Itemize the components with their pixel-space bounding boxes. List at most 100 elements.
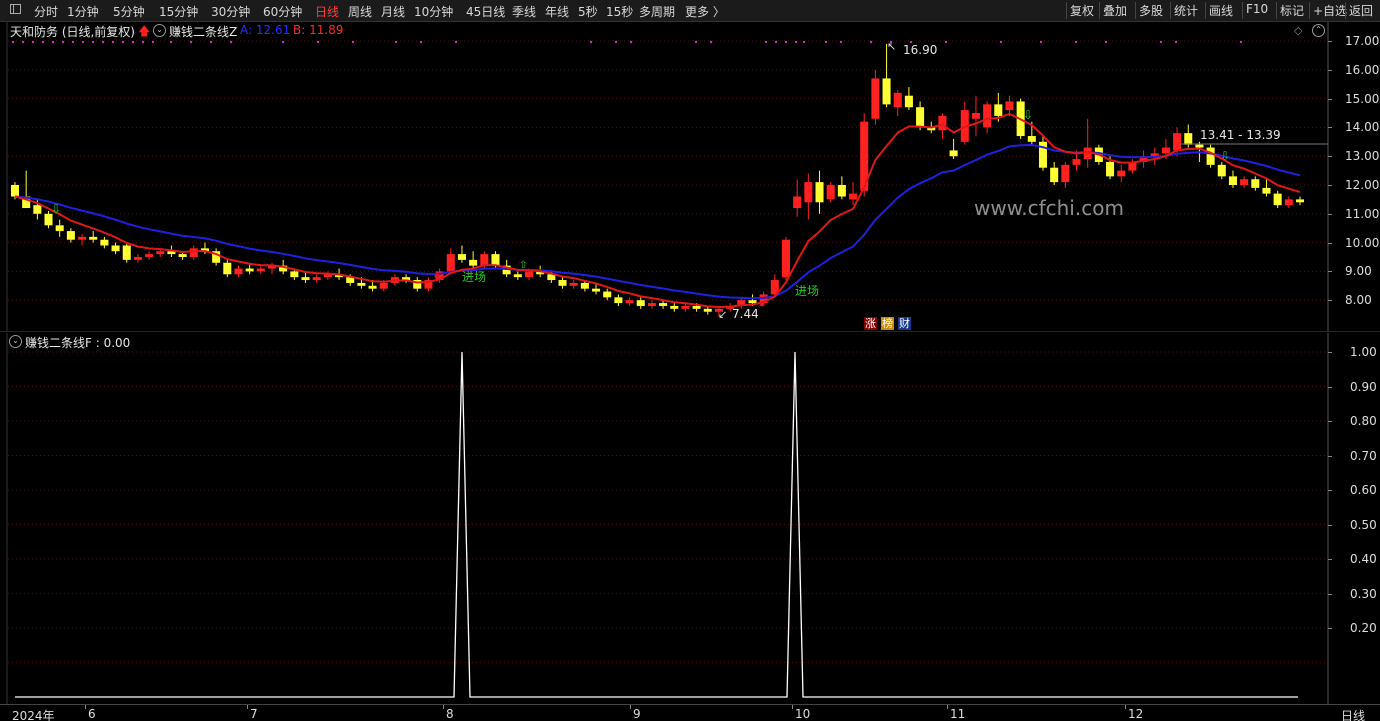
candle-body xyxy=(1005,101,1014,111)
price-tick-mark xyxy=(1328,98,1332,100)
marker-dot xyxy=(710,41,712,43)
watermark: www.cfchi.com xyxy=(974,196,1124,220)
marker-dot xyxy=(210,41,212,43)
toolbar-separator xyxy=(1135,2,1136,19)
period-tab-1[interactable]: 1分钟 xyxy=(67,3,99,20)
toolbar-button-0[interactable]: 复权 xyxy=(1070,2,1094,19)
down-arrow-icon: ⇩ xyxy=(51,202,61,216)
period-tab-3[interactable]: 15分钟 xyxy=(159,3,198,20)
period-tab-0[interactable]: 分时 xyxy=(34,3,58,20)
indicator-chart[interactable] xyxy=(0,333,1380,705)
candle-body xyxy=(994,104,1003,116)
candle-body xyxy=(1262,187,1271,194)
candle-body xyxy=(1027,136,1036,142)
indicator-tick-mark xyxy=(1328,421,1332,422)
toolbar-button-1[interactable]: 叠加 xyxy=(1103,2,1127,19)
entry-label-1: 进场 xyxy=(462,270,487,284)
marker-dot xyxy=(230,41,232,43)
candle-body xyxy=(55,225,64,232)
period-label[interactable]: 日线 xyxy=(1341,707,1365,721)
indicator-tick-mark xyxy=(1328,524,1332,526)
candle-body xyxy=(558,280,567,286)
high-pointer-icon: ↖ xyxy=(887,40,896,53)
period-tab-5[interactable]: 60分钟 xyxy=(263,3,302,20)
indicator-tick-label: 0.40 xyxy=(1350,552,1377,566)
marker-dot xyxy=(695,41,697,43)
candle-body xyxy=(145,254,154,257)
marker-dot xyxy=(170,41,172,43)
price-tick-label: 13.00 xyxy=(1345,149,1380,164)
kline-chart[interactable]: ⇩ ⇩ ⇩ ⇧ ↖ ↙ xyxy=(0,22,1380,332)
period-tab-4[interactable]: 30分钟 xyxy=(211,3,250,20)
marker-dot xyxy=(825,41,827,43)
marker-dot xyxy=(22,41,24,43)
period-tab-16[interactable]: 更多 〉 xyxy=(685,3,725,20)
marker-dot xyxy=(102,41,104,43)
period-tab-6[interactable]: 日线 xyxy=(315,3,339,20)
candle-body xyxy=(625,300,634,304)
toolbar-button-8[interactable]: 返回 xyxy=(1349,2,1373,19)
marker-dot xyxy=(455,41,457,43)
toolbar-button-2[interactable]: 多股 xyxy=(1139,2,1163,19)
month-label: 6 xyxy=(88,707,96,721)
candle-body xyxy=(871,78,880,119)
period-tab-9[interactable]: 10分钟 xyxy=(414,3,453,20)
toolbar-button-3[interactable]: 统计 xyxy=(1174,2,1198,19)
period-tab-14[interactable]: 15秒 xyxy=(606,3,633,20)
period-tab-11[interactable]: 季线 xyxy=(512,3,536,20)
candle-body xyxy=(949,150,958,157)
candle-body xyxy=(826,185,835,200)
date-axis: 2024年 6 7 8 9 10 11 12 日线 xyxy=(0,704,1380,721)
candle-body xyxy=(614,297,623,304)
toolbar-button-7[interactable]: +自选 xyxy=(1313,2,1347,19)
down-arrow-icon: ⇩ xyxy=(1023,108,1033,122)
candle-body xyxy=(703,308,712,312)
indicator-tick-label: 0.90 xyxy=(1350,379,1377,394)
candle-body xyxy=(971,113,980,119)
period-tab-12[interactable]: 年线 xyxy=(545,3,569,20)
period-tab-13[interactable]: 5秒 xyxy=(578,3,598,20)
candle-body xyxy=(849,193,858,200)
candle-body xyxy=(804,182,813,203)
period-tab-10[interactable]: 45日线 xyxy=(466,3,505,20)
badge-zhang[interactable]: 涨 xyxy=(864,317,877,330)
candle-body xyxy=(603,291,612,298)
candle-body xyxy=(580,282,589,289)
candle-body xyxy=(670,305,679,309)
badge-bang[interactable]: 榜 xyxy=(881,317,894,330)
candle-body xyxy=(1217,164,1226,177)
badge-cai[interactable]: 财 xyxy=(898,317,911,330)
marker-dot xyxy=(52,41,54,43)
candle-body xyxy=(815,182,824,203)
period-tab-15[interactable]: 多周期 xyxy=(639,3,675,20)
line-b-dot xyxy=(759,301,765,307)
candle-body xyxy=(189,248,198,257)
toolbar-button-6[interactable]: 标记 xyxy=(1280,2,1304,19)
month-tick xyxy=(247,705,248,709)
price-tick-label: 11.00 xyxy=(1345,206,1380,221)
indicator-tick-label: 0.30 xyxy=(1350,586,1377,601)
marker-dot xyxy=(317,41,319,43)
window-layout-icon[interactable] xyxy=(10,4,21,14)
indicator-tick-label: 1.00 xyxy=(1350,345,1377,359)
toolbar-button-4[interactable]: 画线 xyxy=(1209,2,1233,19)
toolbar-separator xyxy=(1242,2,1243,19)
period-tab-2[interactable]: 5分钟 xyxy=(113,3,145,20)
month-label: 9 xyxy=(633,707,641,721)
indicator-tick-label: 0.80 xyxy=(1350,414,1377,428)
toolbar-button-5[interactable]: F10 xyxy=(1246,2,1268,16)
indicator-tick-mark xyxy=(1328,455,1332,457)
candle-body xyxy=(223,262,232,275)
candle-body xyxy=(916,107,925,128)
candle-body xyxy=(837,185,846,197)
marker-dot xyxy=(945,41,947,43)
candle-body xyxy=(1117,170,1126,177)
price-tick-mark xyxy=(1328,127,1332,129)
indicator-tick-label: 0.20 xyxy=(1350,621,1377,635)
month-tick xyxy=(792,705,793,709)
candle-body xyxy=(1273,193,1282,206)
period-tab-7[interactable]: 周线 xyxy=(348,3,372,20)
period-tab-8[interactable]: 月线 xyxy=(381,3,405,20)
price-tick-label: 8.00 xyxy=(1345,293,1372,308)
candle-body xyxy=(89,236,98,240)
